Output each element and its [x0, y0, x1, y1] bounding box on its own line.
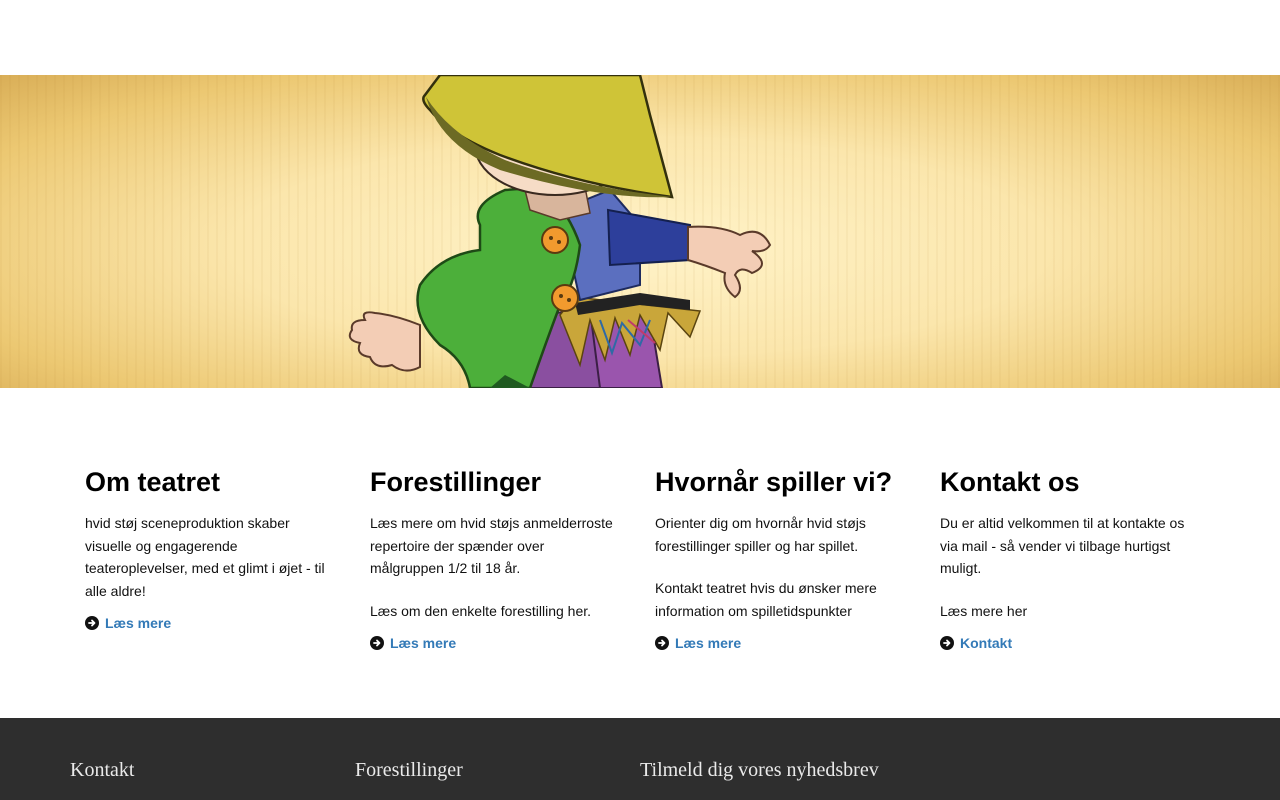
hero-banner [0, 75, 1280, 388]
circle-arrow-right-icon [370, 636, 384, 650]
read-more-link[interactable]: Læs mere [85, 615, 330, 631]
section-text: Orienter dig om hvornår hvid støjs fores… [655, 515, 866, 554]
read-more-label: Læs mere [390, 635, 457, 651]
read-more-label: Læs mere [675, 635, 742, 651]
section-text: Kontakt teatret hvis du ønsker mere info… [655, 580, 877, 619]
section-hvornaar-spiller-vi: Hvornår spiller vi? Orienter dig om hvor… [655, 466, 900, 651]
section-text: Læs om den enkelte forestilling her. [370, 602, 592, 619]
read-more-label: Læs mere [105, 615, 172, 631]
footer-title-kontakt: Kontakt [70, 759, 135, 781]
section-kontakt-os: Kontakt os Du er altid velkommen til at … [940, 466, 1185, 651]
scarecrow-illustration [348, 75, 772, 388]
section-text: Læs mere om hvid støjs anmelderroste rep… [370, 515, 613, 576]
footer-title-forestillinger: Forestillinger [355, 759, 463, 781]
read-more-link[interactable]: Læs mere [655, 635, 900, 651]
section-title: Om teatret [85, 467, 221, 497]
contact-link[interactable]: Kontakt [940, 635, 1185, 651]
section-text: Læs mere her [940, 602, 1028, 619]
section-title: Kontakt os [940, 467, 1080, 497]
contact-link-label: Kontakt [960, 635, 1013, 651]
circle-arrow-right-icon [940, 636, 954, 650]
section-forestillinger: Forestillinger Læs mere om hvid støjs an… [370, 466, 615, 651]
section-text: Du er altid velkommen til at kontakte os… [940, 515, 1185, 576]
section-om-teatret: Om teatret hvid støj sceneproduktion ska… [85, 466, 330, 631]
circle-arrow-right-icon [655, 636, 669, 650]
section-title: Forestillinger [370, 467, 542, 497]
section-title: Hvornår spiller vi? [655, 467, 893, 497]
footer-title-newsletter: Tilmeld dig vores nyhedsbrev [640, 759, 879, 781]
circle-arrow-right-icon [85, 616, 99, 630]
footer: Kontakt Forestillinger Tilmeld dig vores… [0, 718, 1280, 800]
top-navbar [0, 0, 1280, 75]
read-more-link[interactable]: Læs mere [370, 635, 615, 651]
section-text: hvid støj sceneproduktion skaber visuell… [85, 515, 325, 599]
